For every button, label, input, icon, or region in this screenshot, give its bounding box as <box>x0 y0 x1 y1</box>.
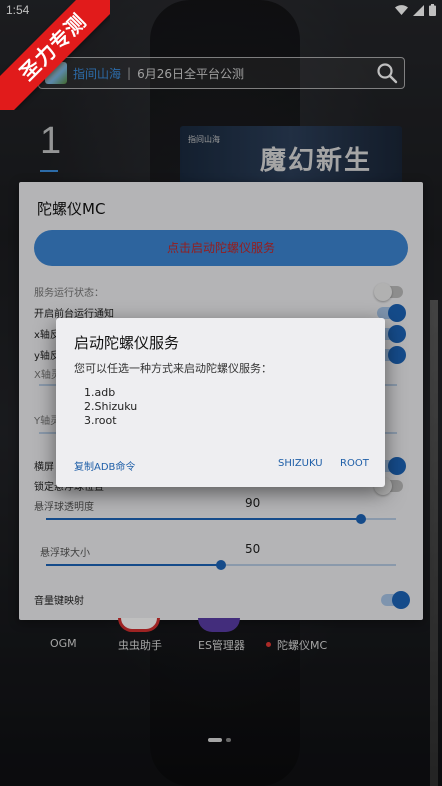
dialog-option-adb: 1.adb <box>84 386 116 399</box>
dialog-option-root: 3.root <box>84 414 117 427</box>
copy-adb-button[interactable]: 复制ADB命令 <box>74 458 135 473</box>
shizuku-button[interactable]: SHIZUKU <box>278 458 323 469</box>
root-button[interactable]: ROOT <box>340 458 369 469</box>
start-service-dialog: 启动陀螺仪服务 您可以任选一种方式来启动陀螺仪服务： 1.adb 2.Shizu… <box>56 318 385 487</box>
dialog-message: 您可以任选一种方式来启动陀螺仪服务： <box>74 362 272 375</box>
ribbon-text: 圣力专测 <box>0 0 110 110</box>
dialog-option-shizuku: 2.Shizuku <box>84 400 138 413</box>
dialog-options: 1.adb 2.Shizuku 3.root <box>84 386 137 428</box>
dialog-title: 启动陀螺仪服务 <box>74 334 180 352</box>
corner-ribbon: 圣力专测 <box>0 0 110 110</box>
